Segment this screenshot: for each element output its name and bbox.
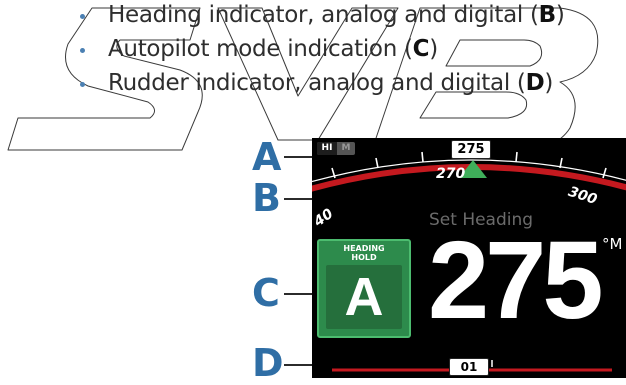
callout-c: C [252, 271, 280, 315]
callout-d-leader [284, 364, 312, 366]
bullet-dot-icon [80, 14, 85, 19]
callout-a-leader [284, 156, 312, 158]
feature-list: Heading indicator, analog and digital (B… [0, 0, 626, 130]
hi-option[interactable]: HI [317, 142, 337, 155]
list-item-text: Heading indicator, analog and digital ( [108, 2, 539, 28]
heading-unit: °M [602, 235, 623, 253]
list-item-close: ) [544, 70, 554, 96]
m-option[interactable]: M [337, 142, 355, 155]
list-item-close: ) [555, 2, 565, 28]
mode-letter-box: A [326, 265, 402, 329]
mode-title-line2: HOLD [351, 253, 377, 262]
list-item-text: Autopilot mode indication ( [108, 36, 413, 62]
callout-b: B [252, 176, 281, 220]
autopilot-display: HI M 275 270 300 40 Set Heading 275 °M H… [312, 138, 626, 378]
rudder-readout: 01 [449, 358, 489, 376]
mode-letter: A [344, 267, 384, 327]
list-item-letter: D [525, 70, 545, 96]
bullet-dot-icon [80, 48, 85, 53]
scale-label-270: 270 [436, 166, 466, 182]
bullet-dot-icon [80, 82, 85, 87]
callout-d: D [252, 341, 284, 385]
list-item-letter: B [538, 2, 557, 28]
list-item-text: Rudder indicator, analog and digital ( [108, 70, 526, 96]
autopilot-mode-button[interactable]: HEADING HOLD A [317, 239, 411, 338]
mode-title-line1: HEADING [343, 244, 385, 253]
callout-b-leader [284, 198, 312, 200]
callout-a: A [252, 135, 282, 179]
hi-m-toggle[interactable]: HI M [317, 142, 355, 155]
mode-title: HEADING HOLD [319, 244, 409, 262]
callout-c-leader [284, 293, 312, 295]
heading-readout: 275 [451, 140, 491, 159]
list-item-letter: C [412, 36, 430, 62]
list-item-close: ) [429, 36, 438, 62]
set-heading-value: 275 [428, 219, 604, 342]
